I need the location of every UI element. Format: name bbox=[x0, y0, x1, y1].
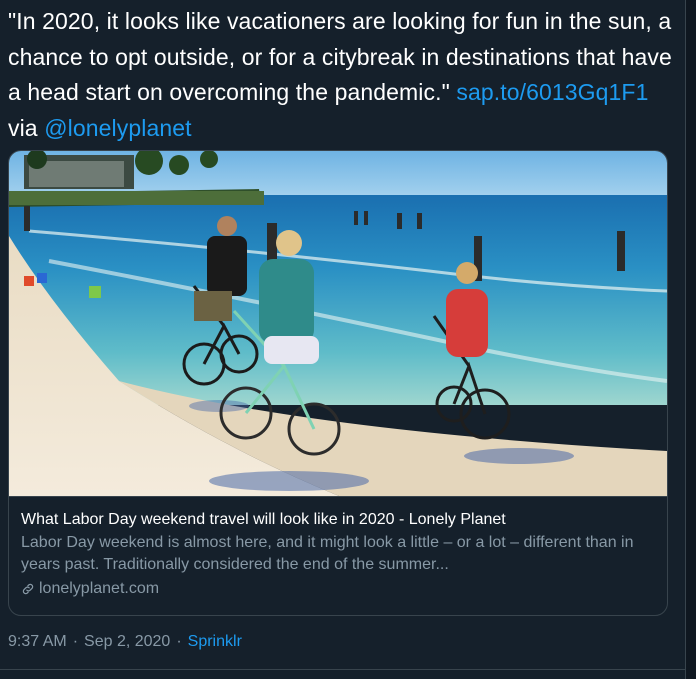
scroll-gutter bbox=[686, 0, 696, 679]
card-body[interactable]: What Labor Day weekend travel will look … bbox=[21, 509, 657, 600]
tweet-via: via bbox=[8, 114, 45, 141]
tweet-meta: 9:37 AM · Sep 2, 2020 · Sprinklr bbox=[8, 633, 242, 651]
beach-bicycles-photo bbox=[9, 151, 667, 496]
tweet-link[interactable]: sap.to/6013Gq1F1 bbox=[456, 79, 648, 105]
meta-divider bbox=[0, 669, 686, 670]
tweet-mention[interactable]: @lonelyplanet bbox=[44, 115, 191, 141]
tweet-time[interactable]: 9:37 AM bbox=[8, 633, 67, 651]
card-title[interactable]: What Labor Day weekend travel will look … bbox=[21, 509, 657, 531]
card-divider bbox=[9, 496, 667, 497]
card-domain[interactable]: lonelyplanet.com bbox=[21, 578, 657, 600]
tweet-detail: "In 2020, it looks like vacationers are … bbox=[0, 0, 696, 679]
link-card[interactable]: What Labor Day weekend travel will look … bbox=[8, 150, 668, 616]
card-description: Labor Day weekend is almost here, and it… bbox=[21, 534, 634, 573]
meta-separator: · bbox=[176, 633, 182, 650]
tweet-source[interactable]: Sprinklr bbox=[188, 633, 242, 651]
tweet-date[interactable]: Sep 2, 2020 bbox=[84, 633, 170, 651]
link-icon bbox=[22, 583, 34, 595]
meta-separator: · bbox=[72, 633, 79, 650]
column-divider bbox=[685, 0, 686, 679]
card-domain-text: lonelyplanet.com bbox=[39, 580, 160, 597]
tweet-text: "In 2020, it looks like vacationers are … bbox=[8, 4, 676, 146]
card-image[interactable] bbox=[9, 151, 667, 496]
